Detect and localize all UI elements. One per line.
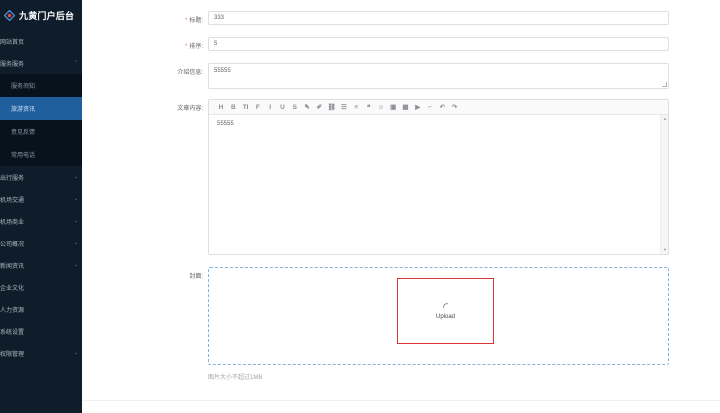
required-mark: * (184, 44, 188, 50)
sidebar-item-airport-business[interactable]: 机场商业 ⌄ (0, 210, 82, 232)
scroll-up-icon[interactable]: ▲ (661, 115, 669, 123)
sidebar-item-news[interactable]: 新闻资讯 ⌄ (0, 254, 82, 276)
chevron-down-icon: ⌄ (73, 240, 78, 246)
italic-icon[interactable]: I (264, 101, 276, 113)
align-icon[interactable]: ≡ (350, 101, 362, 113)
sidebar-item-label: 新闻资讯 (0, 263, 25, 270)
sidebar-item-company[interactable]: 公司概况 ⌄ (0, 232, 82, 254)
sidebar-item-label: 网站首页 (0, 39, 25, 46)
fore-color-icon[interactable]: ✎ (301, 101, 313, 113)
sub-item-feedback[interactable]: 意见反馈 (0, 120, 82, 143)
sidebar-item-label: 出行服务 (0, 175, 25, 182)
bold-icon[interactable]: B (227, 101, 239, 113)
sort-label-text: 排序: (189, 44, 203, 50)
sidebar-item-label: 人力资源 (0, 307, 25, 314)
heading-icon[interactable]: H (215, 101, 227, 113)
loading-icon (442, 302, 448, 308)
intro-text: 55555 (214, 68, 231, 74)
required-mark: * (184, 18, 188, 24)
table-icon[interactable]: ▦ (399, 101, 411, 113)
sub-item-phone[interactable]: 常用电话 (0, 143, 82, 166)
sidebar: 九黄门户后台 网站首页 服务服务 ⌃ 服务须知 旅游资讯 意见反馈 常用电话 出… (0, 0, 82, 413)
sub-item-notice[interactable]: 服务须知 (0, 74, 82, 97)
upload-hint: 图片大小不超过1MB (208, 375, 263, 381)
emoticon-icon[interactable]: ☺ (375, 101, 387, 113)
redo-icon[interactable]: ↷ (449, 101, 461, 113)
chevron-up-icon: ⌃ (73, 60, 78, 66)
sidebar-item-label: 权限管理 (0, 351, 25, 358)
underline-icon[interactable]: U (276, 101, 288, 113)
undo-icon[interactable]: ↶ (436, 101, 448, 113)
sidebar-item-airport-transport[interactable]: 机场交通 ⌄ (0, 188, 82, 210)
intro-label: 介绍信息: (177, 70, 203, 76)
sidebar-item-home[interactable]: 网站首页 (0, 30, 82, 52)
sidebar-item-label: 机场商业 (0, 219, 25, 226)
sidebar-menu: 网站首页 服务服务 ⌃ 服务须知 旅游资讯 意见反馈 常用电话 出行服务 ⌄ 机… (0, 30, 82, 364)
sidebar-item-service[interactable]: 服务服务 ⌃ (0, 52, 82, 74)
quote-icon[interactable]: ❝ (363, 101, 375, 113)
sidebar-item-label: 服务服务 (0, 61, 25, 68)
logo: 九黄门户后台 (0, 0, 82, 30)
chevron-down-icon: ⌄ (73, 262, 78, 268)
chevron-down-icon: ⌄ (73, 196, 78, 202)
sidebar-item-culture[interactable]: 企业文化 (0, 276, 82, 298)
sidebar-item-label: 机场交通 (0, 197, 25, 204)
title-label: * 标题: (143, 15, 203, 24)
sort-label: * 排序: (143, 41, 203, 50)
intro-textarea[interactable]: 55555 (208, 63, 669, 89)
divider (82, 400, 720, 401)
sidebar-item-hr[interactable]: 人力资源 (0, 298, 82, 320)
upload-button[interactable]: Upload (397, 278, 494, 344)
editor-scrollbar[interactable]: ▲ ▼ (660, 115, 668, 254)
editor-body[interactable]: 55555 (209, 115, 660, 254)
back-color-icon[interactable]: ✐ (313, 101, 325, 113)
resize-handle-icon[interactable] (662, 82, 667, 87)
link-icon[interactable]: ⛓ (326, 101, 338, 113)
sidebar-item-label: 系统设置 (0, 329, 25, 336)
title-input[interactable]: 333 (208, 11, 669, 25)
sort-input[interactable]: 5 (208, 37, 669, 51)
app-title: 九黄门户后台 (19, 10, 75, 21)
editor-toolbar: H B TI F I U S ✎ ✐ ⛓ ☰ ≡ ❝ ☺ ▣ ▦ ▶ ⌐ ↶ ↷ (209, 100, 668, 115)
logo-icon (4, 9, 15, 21)
sub-item-travel-news[interactable]: 旅游资讯 (0, 97, 82, 120)
sidebar-item-label: 企业文化 (0, 285, 25, 292)
title-label-text: 标题: (189, 18, 203, 24)
upload-label: Upload (435, 313, 455, 320)
scroll-down-icon[interactable]: ▼ (661, 246, 669, 254)
chevron-down-icon: ⌄ (73, 350, 78, 356)
chevron-down-icon: ⌄ (73, 174, 78, 180)
sidebar-item-settings[interactable]: 系统设置 (0, 320, 82, 342)
service-submenu: 服务须知 旅游资讯 意见反馈 常用电话 (0, 74, 82, 166)
strikethrough-icon[interactable]: S (289, 101, 301, 113)
list-icon[interactable]: ☰ (338, 101, 350, 113)
sidebar-item-label: 公司概况 (0, 241, 25, 248)
code-icon[interactable]: ⌐ (424, 101, 436, 113)
sidebar-item-permissions[interactable]: 权限管理 ⌄ (0, 342, 82, 364)
rich-text-editor: H B TI F I U S ✎ ✐ ⛓ ☰ ≡ ❝ ☺ ▣ ▦ ▶ ⌐ ↶ ↷ 55555 ▲ ▼ (208, 99, 669, 255)
font-icon[interactable]: F (252, 101, 264, 113)
sidebar-item-travel[interactable]: 出行服务 ⌄ (0, 166, 82, 188)
text-size-icon[interactable]: TI (240, 101, 252, 113)
cover-label: 封面: (189, 274, 203, 280)
chevron-down-icon: ⌄ (73, 218, 78, 224)
video-icon[interactable]: ▶ (412, 101, 424, 113)
content-label: 文章内容: (177, 106, 203, 112)
image-icon[interactable]: ▣ (387, 101, 399, 113)
